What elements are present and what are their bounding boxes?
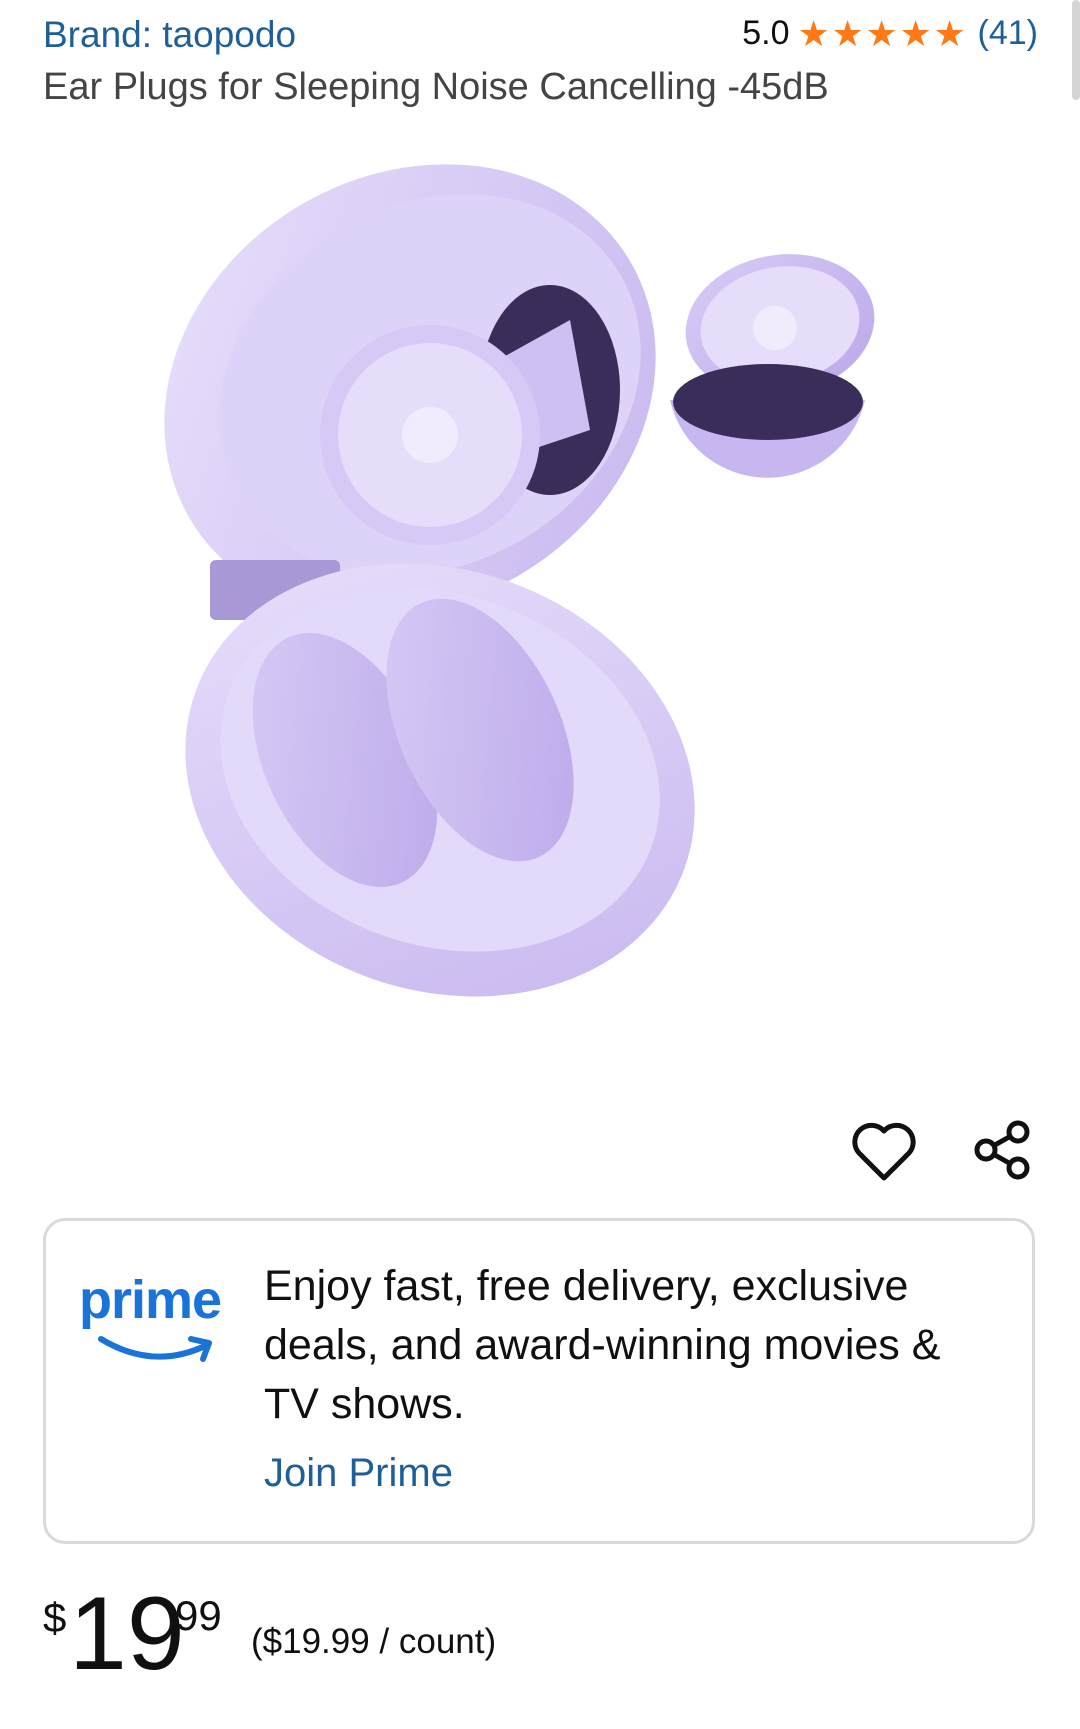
rating-value: 5.0 (742, 14, 790, 52)
prime-smile-icon (98, 1336, 212, 1362)
rating-summary[interactable]: 5.0 ★ ★ ★ ★ ★ (41) (742, 14, 1038, 53)
prime-wordmark: prime (79, 1270, 222, 1330)
star-rating: ★ ★ ★ ★ ★ (797, 12, 968, 54)
star-icon: ★ (831, 12, 864, 54)
price-fraction: 99 (175, 1592, 222, 1639)
unit-price: ($19.99 / count) (251, 1622, 497, 1661)
product-image[interactable] (140, 130, 960, 1030)
price-currency-symbol: $ (43, 1594, 67, 1641)
star-icon: ★ (899, 12, 932, 54)
star-icon: ★ (797, 12, 830, 54)
prime-logo: prime (79, 1269, 239, 1369)
product-header: Brand: taopodo 5.0 ★ ★ ★ ★ ★ (41) Ear Pl… (43, 10, 1038, 110)
star-icon: ★ (933, 12, 966, 54)
heart-icon[interactable] (848, 1116, 920, 1188)
star-icon: ★ (865, 12, 898, 54)
brand-link[interactable]: Brand: taopodo (43, 14, 296, 56)
prime-promo-text: Enjoy fast, free delivery, exclusive dea… (264, 1262, 941, 1428)
review-count-link[interactable]: (41) (978, 14, 1038, 53)
price-whole: 19 (69, 1576, 185, 1692)
price: $ 19 99 ($19.99 / count) (43, 1582, 743, 1686)
scrollbar[interactable] (1072, 0, 1080, 100)
join-prime-link[interactable]: Join Prime (264, 1451, 453, 1496)
product-title: Ear Plugs for Sleeping Noise Cancelling … (43, 66, 829, 108)
prime-promo-card: prime Enjoy fast, free delivery, exclusi… (43, 1218, 1035, 1544)
share-icon[interactable] (966, 1114, 1038, 1186)
